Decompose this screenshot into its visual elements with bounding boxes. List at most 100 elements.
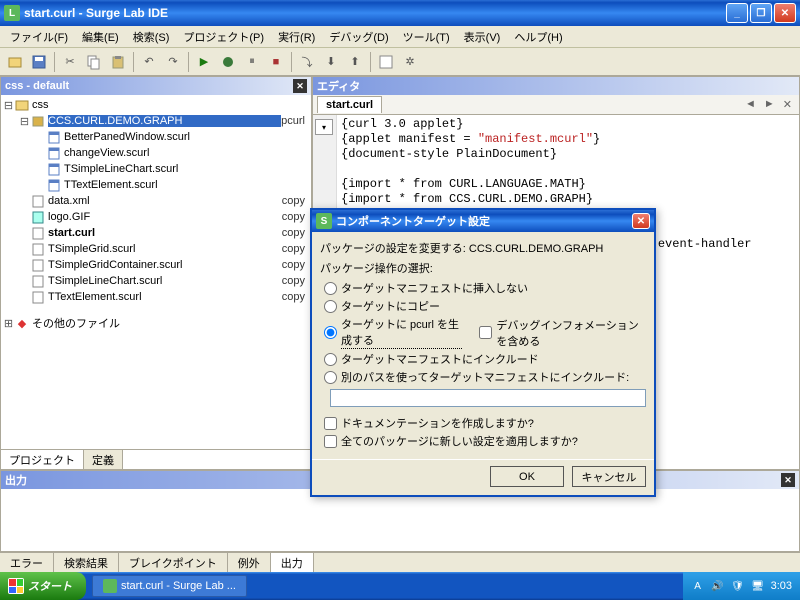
tab-close-icon[interactable]: ✕ <box>780 98 795 111</box>
tree-item-label: data.xml <box>48 195 282 207</box>
menu-file[interactable]: ファイル(F) <box>4 27 74 47</box>
file-icon <box>30 257 46 273</box>
editor-tabs: start.curl ◄ ► ✕ <box>313 95 799 115</box>
tree-root[interactable]: ⊟ css <box>3 97 309 113</box>
tray-monitor-icon[interactable]: 🖥 <box>751 579 765 593</box>
radio-include[interactable] <box>324 353 337 366</box>
step-over-icon[interactable]: ⤵ <box>296 51 318 73</box>
tab-definitions[interactable]: 定義 <box>84 450 123 469</box>
sidebar-close-icon[interactable]: ✕ <box>293 79 307 93</box>
tree-item[interactable]: TTextElement.scurl <box>3 177 309 193</box>
menu-run[interactable]: 実行(R) <box>272 27 321 47</box>
open-file-icon[interactable] <box>4 51 26 73</box>
menu-debug[interactable]: デバッグ(D) <box>323 27 394 47</box>
btab-breakpoint[interactable]: ブレイクポイント <box>119 553 228 572</box>
paste-icon[interactable] <box>107 51 129 73</box>
step-out-icon[interactable]: ⬆ <box>344 51 366 73</box>
menu-tools[interactable]: ツール(T) <box>397 27 456 47</box>
folder-icon <box>14 97 30 113</box>
window-titlebar: L start.curl - Surge Lab IDE _ ❐ ✕ <box>0 0 800 26</box>
menu-search[interactable]: 検索(S) <box>127 27 176 47</box>
tree-item[interactable]: data.xmlcopy <box>3 193 309 209</box>
save-icon[interactable] <box>28 51 50 73</box>
system-tray: A 🔊 🛡 🖥 3:03 <box>683 572 800 600</box>
sidebar-title: css - default <box>5 80 69 92</box>
tab-next-icon[interactable]: ► <box>761 98 778 111</box>
taskbar-app-button[interactable]: start.curl - Surge Lab ... <box>92 575 247 597</box>
sidebar-tabs: プロジェクト 定義 <box>1 449 311 469</box>
undo-icon[interactable]: ↶ <box>138 51 160 73</box>
file-icon <box>30 273 46 289</box>
app-icon: L <box>4 5 20 21</box>
pause-icon[interactable]: ⏸ <box>241 51 263 73</box>
tree-item[interactable]: TTextElement.scurlcopy <box>3 289 309 305</box>
start-label: スタート <box>28 578 72 594</box>
copy-icon[interactable] <box>83 51 105 73</box>
btab-error[interactable]: エラー <box>0 553 54 572</box>
tree-item[interactable]: changeView.scurl <box>3 145 309 161</box>
tab-project[interactable]: プロジェクト <box>1 450 84 469</box>
window-title: start.curl - Surge Lab IDE <box>24 6 724 20</box>
output-body[interactable] <box>1 489 799 551</box>
radio-include-label: ターゲットマニフェストにインクルード <box>341 351 539 367</box>
path-input[interactable] <box>330 389 646 407</box>
run-icon[interactable]: ▶ <box>193 51 215 73</box>
output-title: 出力 <box>5 472 27 488</box>
dialog-close-button[interactable]: ✕ <box>632 213 650 229</box>
radio-no-insert[interactable] <box>324 282 337 295</box>
btab-search[interactable]: 検索結果 <box>54 553 119 572</box>
menu-edit[interactable]: 編集(E) <box>76 27 125 47</box>
tree-item[interactable]: ⊟CCS.CURL.DEMO.GRAPHpcurl <box>3 113 309 129</box>
ok-button[interactable]: OK <box>490 466 564 487</box>
tree-item[interactable]: BetterPanedWindow.scurl <box>3 129 309 145</box>
project-sidebar: css - default ✕ ⊟ css ⊟CCS.CURL.DEMO.GRA… <box>0 76 312 470</box>
window-close-button[interactable]: ✕ <box>774 3 796 23</box>
tree-item-label: start.curl <box>48 227 282 239</box>
tree-item-label: TTextElement.scurl <box>48 291 282 303</box>
tree-item[interactable]: start.curlcopy <box>3 225 309 241</box>
tab-prev-icon[interactable]: ◄ <box>742 98 759 111</box>
checkbox-all-packages[interactable] <box>324 435 337 448</box>
menu-help[interactable]: ヘルプ(H) <box>508 27 568 47</box>
dialog-select-line: パッケージ操作の選択: <box>320 260 646 276</box>
tray-clock[interactable]: 3:03 <box>771 580 792 592</box>
gutter-dropdown-icon[interactable]: ▾ <box>315 119 333 135</box>
stop-icon[interactable]: ■ <box>265 51 287 73</box>
output-close-icon[interactable]: ✕ <box>781 473 795 487</box>
tray-volume-icon[interactable]: 🔊 <box>711 579 725 593</box>
windows-logo-icon <box>8 578 24 594</box>
cancel-button[interactable]: キャンセル <box>572 466 646 487</box>
cut-icon[interactable]: ✂ <box>59 51 81 73</box>
dialog-titlebar[interactable]: S コンポーネントターゲット設定 ✕ <box>312 210 654 232</box>
radio-other-path[interactable] <box>324 371 337 384</box>
radio-no-insert-label: ターゲットマニフェストに挿入しない <box>341 280 528 296</box>
tree-item[interactable]: TSimpleLineChart.scurlcopy <box>3 273 309 289</box>
debug-icon[interactable] <box>217 51 239 73</box>
editor-tab-start[interactable]: start.curl <box>317 96 382 113</box>
btab-output[interactable]: 出力 <box>271 553 314 572</box>
menu-view[interactable]: 表示(V) <box>458 27 507 47</box>
tree-item-label: changeView.scurl <box>64 147 309 159</box>
tree-item[interactable]: TSimpleGrid.scurlcopy <box>3 241 309 257</box>
menu-project[interactable]: プロジェクト(P) <box>177 27 270 47</box>
checkbox-debug[interactable] <box>479 326 492 339</box>
project-tree[interactable]: ⊟ css ⊟CCS.CURL.DEMO.GRAPHpcurlBetterPan… <box>1 95 311 449</box>
start-button[interactable]: スタート <box>0 572 86 600</box>
tray-shield-icon[interactable]: 🛡 <box>731 579 745 593</box>
tree-item[interactable]: TSimpleGridContainer.scurlcopy <box>3 257 309 273</box>
tree-other[interactable]: ⊞ ◆ その他のファイル <box>3 315 309 331</box>
menu-bar: ファイル(F) 編集(E) 検索(S) プロジェクト(P) 実行(R) デバッグ… <box>0 26 800 48</box>
tree-item[interactable]: logo.GIFcopy <box>3 209 309 225</box>
tree-item[interactable]: TSimpleLineChart.scurl <box>3 161 309 177</box>
radio-copy[interactable] <box>324 300 337 313</box>
redo-icon[interactable]: ↷ <box>162 51 184 73</box>
maximize-button[interactable]: ❐ <box>750 3 772 23</box>
settings-icon[interactable]: ✲ <box>399 51 421 73</box>
minimize-button[interactable]: _ <box>726 3 748 23</box>
btab-exception[interactable]: 例外 <box>228 553 271 572</box>
checkbox-doc[interactable] <box>324 417 337 430</box>
step-into-icon[interactable]: ⬇ <box>320 51 342 73</box>
browser-icon[interactable] <box>375 51 397 73</box>
radio-pcurl[interactable] <box>324 326 337 339</box>
tray-ime-icon[interactable]: A <box>691 579 705 593</box>
